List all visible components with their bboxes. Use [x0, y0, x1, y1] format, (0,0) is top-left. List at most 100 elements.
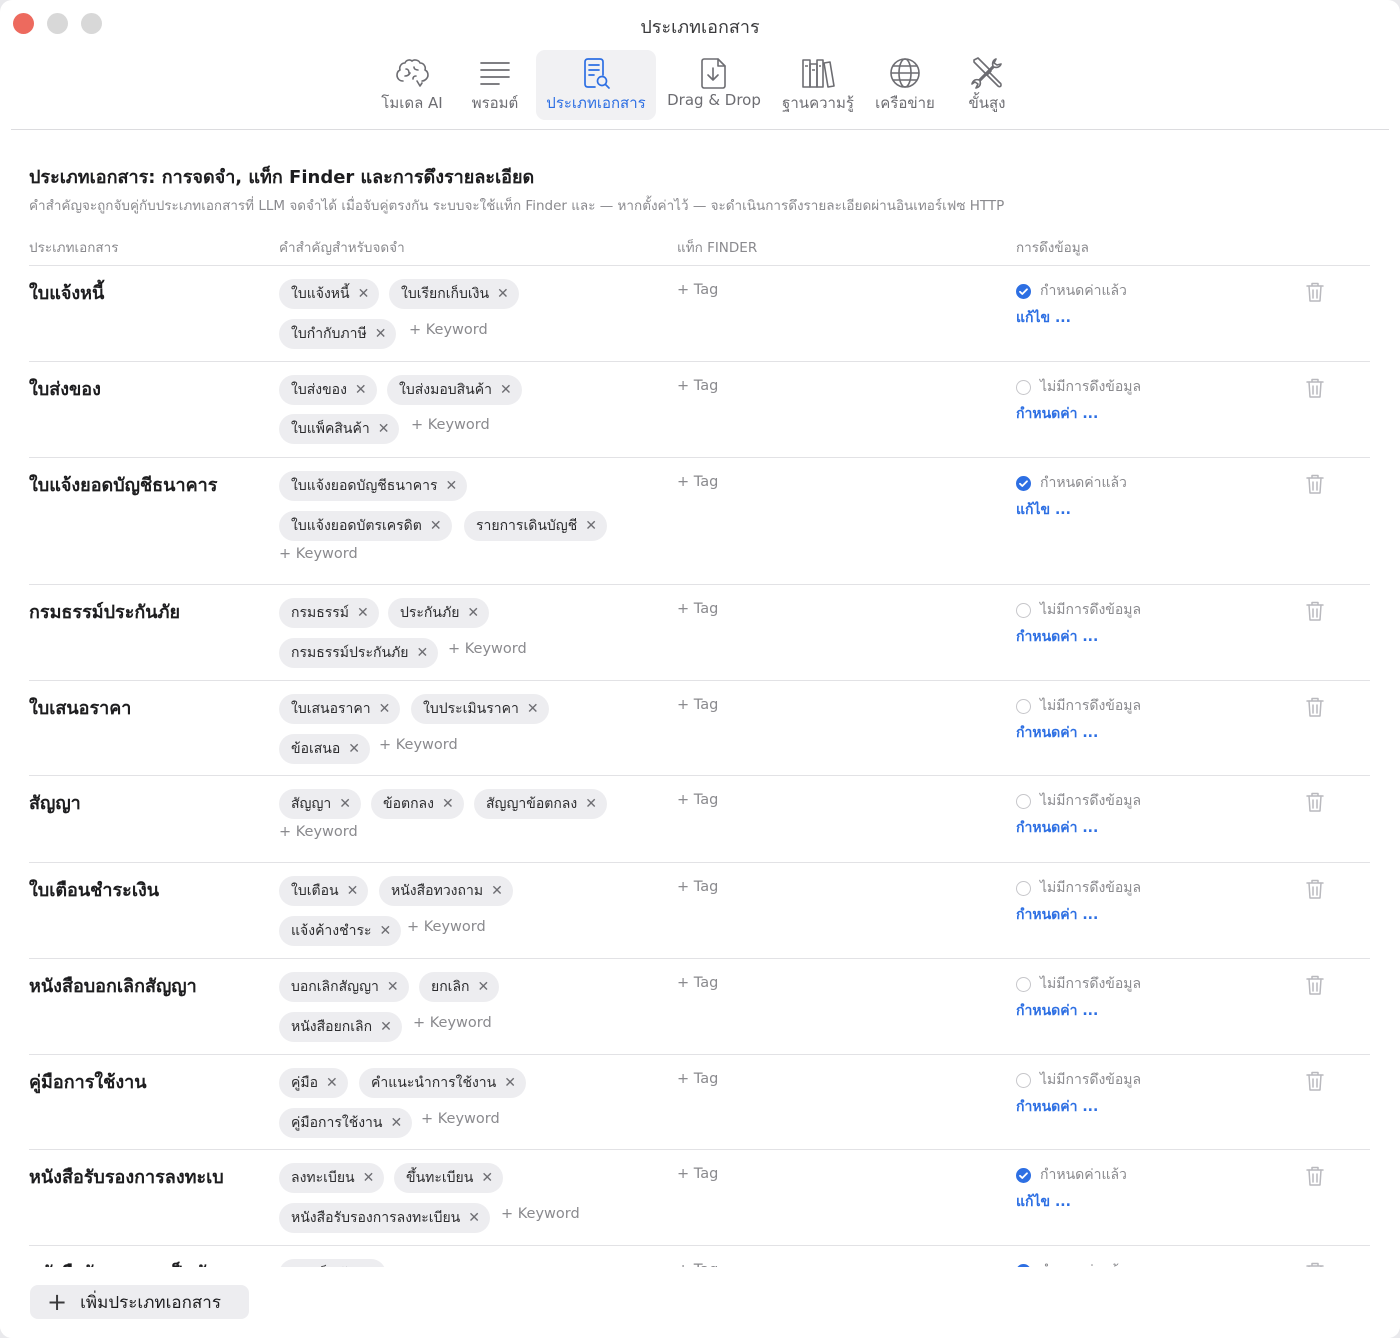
add-tag-button[interactable]: + Tag: [677, 1166, 718, 1182]
remove-keyword-icon[interactable]: ✕: [348, 734, 360, 764]
remove-keyword-icon[interactable]: ✕: [326, 1068, 338, 1098]
remove-keyword-icon[interactable]: ✕: [357, 598, 369, 628]
remove-keyword-icon[interactable]: ✕: [380, 916, 392, 946]
doc-type-name[interactable]: กรมธรรม์ประกันภัย: [29, 597, 180, 626]
edit-extraction-link[interactable]: แก้ไข ...: [1016, 499, 1071, 521]
remove-keyword-icon[interactable]: ✕: [390, 1108, 402, 1138]
add-tag-button[interactable]: + Tag: [677, 879, 718, 895]
tab-prompt[interactable]: พรอมต์: [462, 50, 528, 120]
configure-extraction-link[interactable]: กำหนดค่า ...: [1016, 904, 1098, 926]
remove-keyword-icon[interactable]: ✕: [363, 1163, 375, 1193]
tab-advanced[interactable]: ขั้นสูง: [952, 50, 1022, 120]
remove-keyword-icon[interactable]: ✕: [497, 279, 509, 309]
add-keyword-button[interactable]: + Keyword: [421, 1111, 500, 1127]
add-tag-button[interactable]: + Tag: [677, 378, 718, 394]
remove-keyword-icon[interactable]: ✕: [339, 789, 351, 819]
add-tag-button[interactable]: + Tag: [677, 282, 718, 298]
doc-type-name[interactable]: หนังสือรับรองการเป็นนัก: [29, 1258, 218, 1267]
remove-keyword-icon[interactable]: ✕: [527, 694, 539, 724]
trash-icon[interactable]: [1305, 974, 1325, 996]
keyword-chip: แจ้งค้างชำระ ✕: [279, 916, 402, 946]
document-search-icon: [584, 58, 610, 89]
trash-icon[interactable]: [1305, 377, 1325, 399]
remove-keyword-icon[interactable]: ✕: [481, 1163, 493, 1193]
configure-extraction-link[interactable]: กำหนดค่า ...: [1016, 1096, 1098, 1118]
add-tag-button[interactable]: + Tag: [677, 792, 718, 808]
add-document-type-button[interactable]: + เพิ่มประเภทเอกสาร: [30, 1285, 249, 1319]
remove-keyword-icon[interactable]: ✕: [358, 279, 370, 309]
configure-extraction-link[interactable]: กำหนดค่า ...: [1016, 403, 1098, 425]
remove-keyword-icon[interactable]: ✕: [500, 375, 512, 405]
tab-document-types[interactable]: ประเภทเอกสาร: [536, 50, 656, 120]
add-keyword-button[interactable]: + Keyword: [407, 919, 486, 935]
trash-icon[interactable]: [1305, 1165, 1325, 1187]
keyword-chip-label: กรมธรรม์ประกันภัย: [291, 645, 409, 661]
add-keyword-button[interactable]: + Keyword: [448, 641, 527, 657]
remove-keyword-icon[interactable]: ✕: [364, 1259, 376, 1267]
doc-type-name[interactable]: หนังสือบอกเลิกสัญญา: [29, 971, 197, 1000]
remove-keyword-icon[interactable]: ✕: [491, 876, 503, 906]
remove-keyword-icon[interactable]: ✕: [379, 694, 391, 724]
add-tag-button[interactable]: + Tag: [677, 697, 718, 713]
remove-keyword-icon[interactable]: ✕: [478, 972, 490, 1002]
add-keyword-button[interactable]: + Keyword: [501, 1206, 580, 1222]
doc-type-name[interactable]: ใบแจ้งหนี้: [29, 278, 104, 307]
keyword-chip-label: สัญญา: [291, 796, 332, 812]
doc-type-name[interactable]: ใบส่งของ: [29, 374, 101, 403]
add-tag-button[interactable]: + Tag: [677, 601, 718, 617]
add-keyword-button[interactable]: + Keyword: [411, 417, 490, 433]
remove-keyword-icon[interactable]: ✕: [446, 471, 458, 501]
remove-keyword-icon[interactable]: ✕: [468, 1203, 480, 1233]
remove-keyword-icon[interactable]: ✕: [378, 414, 390, 444]
remove-keyword-icon[interactable]: ✕: [387, 972, 399, 1002]
trash-icon[interactable]: [1305, 696, 1325, 718]
remove-keyword-icon[interactable]: ✕: [380, 1012, 392, 1042]
tab-network[interactable]: เครือข่าย: [866, 50, 944, 120]
remove-keyword-icon[interactable]: ✕: [585, 511, 597, 541]
remove-keyword-icon[interactable]: ✕: [585, 789, 597, 819]
remove-keyword-icon[interactable]: ✕: [375, 319, 387, 349]
configure-extraction-link[interactable]: กำหนดค่า ...: [1016, 817, 1098, 839]
add-keyword-button[interactable]: + Keyword: [279, 824, 358, 840]
edit-extraction-link[interactable]: แก้ไข ...: [1016, 307, 1071, 329]
remove-keyword-icon[interactable]: ✕: [467, 598, 479, 628]
remove-keyword-icon[interactable]: ✕: [442, 789, 454, 819]
tab-knowledge-base[interactable]: ฐานความรู้: [776, 50, 860, 120]
trash-icon[interactable]: [1305, 1070, 1325, 1092]
doc-type-name[interactable]: หนังสือรับรองการลงทะเบ: [29, 1162, 224, 1191]
configure-extraction-link[interactable]: กำหนดค่า ...: [1016, 626, 1098, 648]
add-tag-button[interactable]: + Tag: [677, 474, 718, 490]
tab-drag-drop[interactable]: Drag & Drop: [662, 50, 766, 120]
add-keyword-button[interactable]: + Keyword: [409, 322, 488, 338]
checkmark-circle-icon: [1016, 475, 1031, 491]
add-tag-button[interactable]: + Tag: [677, 975, 718, 991]
doc-type-name[interactable]: ใบเตือนชำระเงิน: [29, 875, 159, 904]
extraction-status-label: ไม่มีการดึงข้อมูล: [1040, 880, 1142, 896]
trash-icon[interactable]: [1305, 473, 1325, 495]
add-keyword-button[interactable]: + Keyword: [379, 737, 458, 753]
remove-keyword-icon[interactable]: ✕: [430, 511, 442, 541]
doc-type-name[interactable]: สัญญา: [29, 788, 81, 817]
configure-extraction-link[interactable]: กำหนดค่า ...: [1016, 722, 1098, 744]
remove-keyword-icon[interactable]: ✕: [347, 876, 359, 906]
add-keyword-button[interactable]: + Keyword: [279, 546, 358, 562]
remove-keyword-icon[interactable]: ✕: [355, 375, 367, 405]
tab-ai-model[interactable]: โมเดล AI: [372, 50, 452, 120]
remove-keyword-icon[interactable]: ✕: [416, 638, 428, 668]
edit-extraction-link[interactable]: แก้ไข ...: [1016, 1191, 1071, 1213]
configure-extraction-link[interactable]: กำหนดค่า ...: [1016, 1000, 1098, 1022]
keyword-chip: ใบแจ้งหนี้ ✕: [279, 279, 380, 309]
trash-icon[interactable]: [1305, 878, 1325, 900]
add-keyword-button[interactable]: + Keyword: [413, 1015, 492, 1031]
keyword-chip-label: ข้อตกลง: [383, 796, 434, 812]
doc-type-name[interactable]: คู่มือการใช้งาน: [29, 1067, 147, 1096]
doc-type-name[interactable]: ใบแจ้งยอดบัญชีธนาคาร: [29, 470, 217, 499]
trash-icon[interactable]: [1305, 791, 1325, 813]
trash-icon[interactable]: [1305, 600, 1325, 622]
add-tag-button[interactable]: + Tag: [677, 1071, 718, 1087]
column-header-keywords: คำสำคัญสำหรับจดจำ: [279, 240, 405, 256]
extraction-status: ไม่มีการดึงข้อมูล: [1016, 1069, 1141, 1091]
remove-keyword-icon[interactable]: ✕: [504, 1068, 516, 1098]
trash-icon[interactable]: [1305, 281, 1325, 303]
doc-type-name[interactable]: ใบเสนอราคา: [29, 693, 131, 722]
